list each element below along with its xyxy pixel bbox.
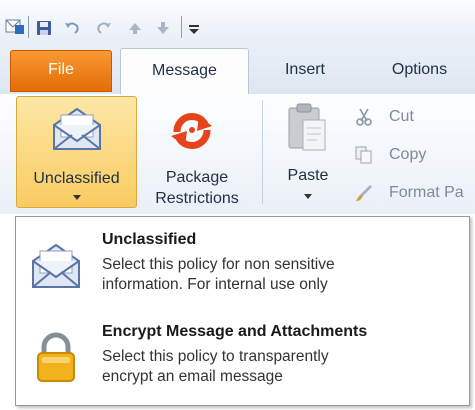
description-line: information. For internal use only xyxy=(102,276,328,293)
format-painter-label: Format Pa xyxy=(389,184,464,201)
description-line: Select this policy for non sensitive xyxy=(102,256,335,273)
menu-item-encrypt[interactable]: Encrypt Message and Attachments Select t… xyxy=(26,321,458,407)
description-line: encrypt an email message xyxy=(102,368,283,385)
ribbon-body: Unclassified Package Restrictions Paste xyxy=(0,94,475,214)
toolbar-separator xyxy=(28,16,29,38)
left-margin xyxy=(0,216,15,410)
envelope-icon xyxy=(53,107,101,150)
tab-options[interactable]: Options xyxy=(372,48,467,92)
paste-label: Paste xyxy=(287,167,329,184)
menu-item-unclassified[interactable]: Unclassified Select this policy for non … xyxy=(26,229,458,315)
quick-access-toolbar xyxy=(0,0,475,46)
redo-icon[interactable] xyxy=(96,20,112,36)
toolbar-separator xyxy=(181,16,182,38)
padlock-icon xyxy=(37,332,75,382)
envelope-icon xyxy=(32,243,80,288)
copy-label: Copy xyxy=(389,146,427,163)
tab-file[interactable]: File xyxy=(10,50,112,92)
tab-message[interactable]: Message xyxy=(120,48,249,96)
up-arrow-icon[interactable] xyxy=(127,20,143,36)
menu-item-title: Unclassified xyxy=(102,231,197,248)
cut-label: Cut xyxy=(389,108,414,125)
menu-item-description: Select this policy to transparently encr… xyxy=(102,347,452,387)
paste-button[interactable]: Paste xyxy=(268,96,348,208)
chevron-down-icon xyxy=(73,195,81,200)
package-restrictions-button[interactable]: Package Restrictions xyxy=(139,96,255,208)
package-label: Package xyxy=(165,169,229,186)
customize-icon[interactable] xyxy=(186,20,202,36)
classification-dropdown-menu: Unclassified Select this policy for non … xyxy=(15,216,470,406)
outlook-envelope-icon[interactable] xyxy=(5,16,25,36)
chevron-down-icon xyxy=(304,194,312,199)
refresh-arrows-icon xyxy=(171,112,212,150)
copy-icon xyxy=(355,146,372,164)
unclassified-label: Unclassified xyxy=(33,170,120,187)
down-arrow-icon[interactable] xyxy=(155,20,171,36)
menu-item-description: Select this policy for non sensitive inf… xyxy=(102,255,452,295)
unclassified-button[interactable]: Unclassified xyxy=(16,96,137,208)
clipboard-icon xyxy=(288,103,326,151)
description-line: Select this policy to transparently xyxy=(102,348,329,365)
tab-insert[interactable]: Insert xyxy=(270,48,340,92)
paintbrush-icon xyxy=(356,185,372,201)
group-separator xyxy=(262,100,263,204)
save-icon[interactable] xyxy=(36,20,52,36)
restrictions-label: Restrictions xyxy=(155,190,239,207)
scissors-icon xyxy=(356,108,372,126)
menu-item-title: Encrypt Message and Attachments xyxy=(102,323,368,340)
undo-icon[interactable] xyxy=(64,20,80,36)
ribbon-tab-row: File Message Insert Options xyxy=(0,46,475,96)
